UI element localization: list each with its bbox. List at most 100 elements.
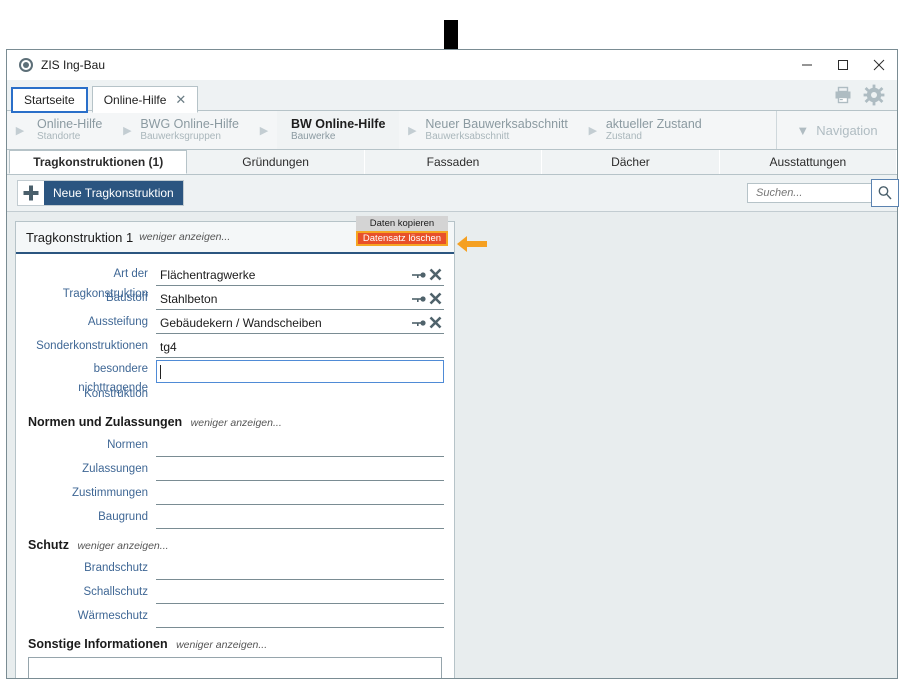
breadcrumb-item-aktueller-zustand[interactable]: aktueller Zustand Zustand [606,111,714,149]
field-control[interactable] [156,483,444,505]
field-label: Brandschutz [26,558,156,578]
search-button[interactable] [871,179,899,207]
search-input-wrapper[interactable] [747,183,887,203]
field-icons [412,316,444,329]
tab-online-hilfe[interactable]: Online-Hilfe ✕ [92,86,199,113]
clear-x-icon[interactable] [429,292,442,305]
card-body: Art der Tragkonstruktion Flächentragwerk… [16,254,454,678]
field-row-baustoff: Baustoff Stahlbeton [26,288,444,310]
search-icon [877,185,893,201]
breadcrumb-title: aktueller Zustand [606,117,702,131]
tab-list: Startseite Online-Hilfe ✕ [7,80,198,110]
breadcrumb-item-bwg-online-hilfe[interactable]: BWG Online-Hilfe Bauwerksgruppen [140,111,251,149]
minimize-button[interactable] [789,50,825,80]
print-icon[interactable] [833,85,853,105]
section-tab-daecher[interactable]: Dächer [542,150,719,174]
field-control[interactable] [156,606,444,628]
chevron-right-icon: ▶ [251,111,277,149]
section-tab-bar: Tragkonstruktionen (1) Gründungen Fassad… [7,150,897,175]
tab-close-icon[interactable]: ✕ [175,93,186,106]
key-icon[interactable] [412,317,426,329]
app-circle-icon [19,58,33,72]
field-control[interactable] [156,507,444,529]
breadcrumb-item-bw-online-hilfe[interactable]: BW Online-Hilfe Bauwerke [277,111,399,149]
section-tab-gruendungen[interactable]: Gründungen [187,150,364,174]
tab-startseite[interactable]: Startseite [11,87,88,113]
field-control[interactable] [156,582,444,604]
field-label-line2: Konstruktion [26,384,156,404]
key-icon[interactable] [412,293,426,305]
section-heading-normen: Normen und Zulassungen weniger anzeigen.… [28,415,444,429]
section-tab-label: Tragkonstruktionen (1) [33,155,163,169]
field-row-aussteifung: Aussteifung Gebäudekern / Wandscheiben [26,312,444,334]
section-tab-fassaden[interactable]: Fassaden [365,150,542,174]
breadcrumb-subtitle: Bauwerksgruppen [140,131,239,143]
maximize-button[interactable] [825,50,861,80]
chevron-down-icon: ▼ [796,123,809,138]
breadcrumb-item-neuer-bauwerksabschnitt[interactable]: Neuer Bauwerksabschnitt Bauwerksabschnit… [425,111,579,149]
breadcrumb-title: Neuer Bauwerksabschnitt [425,117,567,131]
breadcrumb-item-online-hilfe[interactable]: Online-Hilfe Standorte [33,111,114,149]
field-label: Normen [26,435,156,455]
section-tab-label: Dächer [611,155,650,169]
search-area [747,183,887,203]
field-label: Schallschutz [26,582,156,602]
field-row-art-der-tragkonstruktion: Art der Tragkonstruktion Flächentragwerk… [26,264,444,286]
tab-strip-actions [833,80,897,110]
breadcrumb-subtitle: Zustand [606,131,702,143]
field-label: Wärmeschutz [26,606,156,626]
tab-label: Startseite [24,93,75,107]
new-tragkonstruktion-button[interactable]: Neue Tragkonstruktion [17,180,184,206]
field-value: Stahlbeton [156,292,217,306]
clear-x-icon[interactable] [429,268,442,281]
card-toggle-link[interactable]: weniger anzeigen... [139,231,230,243]
field-control[interactable]: Stahlbeton [156,288,444,310]
navigation-dropdown[interactable]: ▼ Navigation [776,111,897,149]
application-window: ZIS Ing-Bau Startseite Online [6,49,898,679]
breadcrumb-title: BWG Online-Hilfe [140,117,239,131]
gear-icon[interactable] [863,84,885,106]
field-control[interactable] [156,435,444,457]
field-label: Baustoff [26,288,156,308]
tab-strip: Startseite Online-Hilfe ✕ [7,80,897,111]
sonstige-informationen-textarea[interactable] [28,657,442,678]
section-heading-text: Schutz [28,538,69,552]
field-control[interactable] [156,459,444,481]
field-row-schallschutz: Schallschutz [26,582,444,604]
tragkonstruktion-card: Tragkonstruktion 1 weniger anzeigen... [15,221,455,678]
section-tab-label: Ausstattungen [769,155,846,169]
section-toggle-link[interactable]: weniger anzeigen... [77,540,168,552]
clear-x-icon[interactable] [429,316,442,329]
field-value: Flächentragwerke [156,268,255,282]
section-tab-tragkonstruktionen[interactable]: Tragkonstruktionen (1) [9,150,187,174]
section-toggle-link[interactable]: weniger anzeigen... [176,639,267,651]
chevron-right-icon: ▶ [399,111,425,149]
context-menu-item-daten-kopieren[interactable]: Daten kopieren [356,216,448,231]
field-row-normen: Normen [26,435,444,457]
window-title: ZIS Ing-Bau [41,58,105,72]
close-button[interactable] [861,50,897,80]
section-toggle-link[interactable]: weniger anzeigen... [191,417,282,429]
screenshot-root: ZIS Ing-Bau Startseite Online [0,0,904,684]
plus-icon [18,181,44,205]
field-row-brandschutz: Brandschutz [26,558,444,580]
breadcrumb-subtitle: Standorte [37,131,102,143]
field-label: Baugrund [26,507,156,527]
section-tab-ausstattungen[interactable]: Ausstattungen [720,150,897,174]
field-control[interactable] [156,558,444,580]
field-control[interactable]: tg4 [156,336,444,358]
new-tragkonstruktion-label: Neue Tragkonstruktion [44,181,183,205]
breadcrumb: ▶ Online-Hilfe Standorte ▶ BWG Online-Hi… [7,111,897,150]
field-value: Gebäudekern / Wandscheiben [156,316,322,330]
text-caret-artifact [444,20,458,49]
field-row-besondere-nichttragende-konstruktion: besondere nichttragende [26,360,444,382]
title-bar: ZIS Ing-Bau [7,50,897,80]
field-control[interactable] [156,360,444,383]
orange-arrow-marker [456,234,488,259]
field-control[interactable]: Flächentragwerke [156,264,444,286]
field-value [160,365,161,379]
field-row-waermeschutz: Wärmeschutz [26,606,444,628]
context-menu-item-datensatz-loeschen[interactable]: Datensatz löschen [356,231,448,246]
key-icon[interactable] [412,269,426,281]
field-control[interactable]: Gebäudekern / Wandscheiben [156,312,444,334]
